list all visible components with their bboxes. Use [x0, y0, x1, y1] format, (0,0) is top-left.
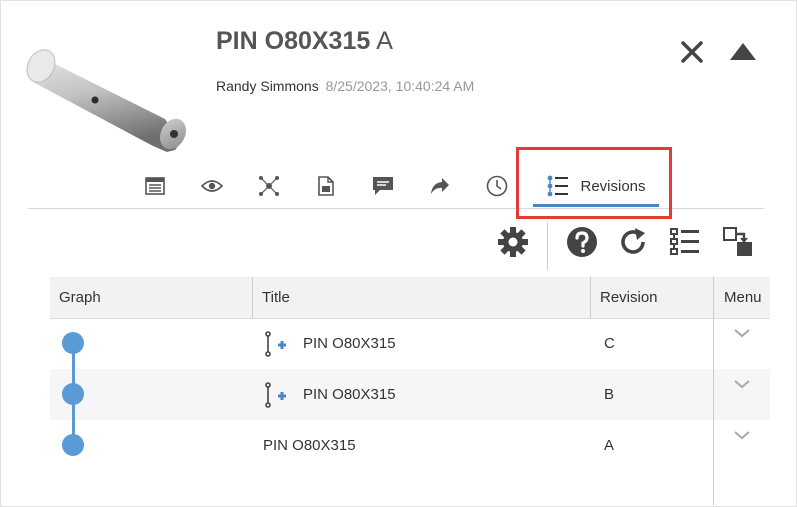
chevron-down-icon[interactable] — [730, 372, 754, 396]
collapse-button[interactable] — [728, 38, 756, 66]
settings-button[interactable] — [495, 224, 531, 260]
part-thumbnail — [26, 49, 186, 152]
page-title: PIN O80X315 A — [216, 27, 393, 56]
chevron-down-icon[interactable] — [730, 423, 754, 447]
modified-date: 8/25/2023, 10:40:24 AM — [325, 78, 475, 94]
table-icon — [145, 177, 165, 195]
table-row[interactable]: PIN O80X315 C — [50, 318, 770, 369]
part-name: PIN O80X315 — [216, 27, 371, 55]
document-icon — [318, 176, 334, 196]
column-title[interactable]: Title — [252, 277, 590, 318]
tab-comments[interactable] — [366, 168, 400, 204]
row-title: PIN O80X315 — [303, 335, 396, 352]
tab-view[interactable] — [195, 168, 229, 204]
tab-properties[interactable] — [138, 168, 172, 204]
menu-column-divider — [713, 277, 714, 505]
gear-icon — [498, 227, 528, 257]
chevron-down-icon[interactable] — [730, 321, 754, 345]
revision-node[interactable] — [62, 434, 84, 456]
revisions-table: Graph Title Revision Menu PIN O80X315 C — [50, 277, 770, 505]
close-button[interactable] — [678, 38, 706, 66]
tab-relations[interactable] — [252, 168, 286, 204]
table-row[interactable]: PIN O80X315 B — [50, 369, 770, 420]
author-name: Randy Simmons — [216, 78, 319, 94]
export-button[interactable] — [720, 224, 756, 260]
share-arrow-icon — [431, 178, 449, 194]
network-icon — [259, 176, 279, 196]
list-view-button[interactable] — [667, 224, 703, 260]
revision-node[interactable] — [62, 332, 84, 354]
part-meta: Randy Simmons 8/25/2023, 10:40:24 AM — [216, 78, 474, 94]
help-button[interactable] — [564, 224, 600, 260]
column-graph[interactable]: Graph — [50, 277, 252, 318]
part-link-icon — [265, 381, 286, 408]
column-revision[interactable]: Revision — [590, 277, 713, 318]
table-header: Graph Title Revision Menu — [50, 277, 770, 319]
title-cell: PIN O80X315 — [262, 369, 396, 420]
column-menu[interactable]: Menu — [713, 277, 770, 318]
refresh-icon — [621, 228, 645, 254]
row-revision: A — [604, 437, 615, 454]
triangle-up-icon — [730, 43, 756, 60]
list-icon — [670, 228, 699, 255]
table-row[interactable]: PIN O80X315 A — [50, 420, 770, 471]
row-revision: B — [604, 386, 615, 403]
help-icon — [567, 227, 597, 257]
part-link-icon — [265, 330, 286, 357]
title-cell: PIN O80X315 — [262, 318, 396, 369]
clock-icon — [486, 175, 508, 197]
tab-history[interactable] — [480, 168, 514, 204]
comment-icon — [373, 177, 393, 195]
toolbar-separator — [547, 222, 548, 270]
highlight-box — [516, 147, 672, 219]
tab-bar: Revisions — [0, 168, 797, 208]
refresh-button[interactable] — [615, 224, 651, 260]
tab-documents[interactable] — [309, 168, 343, 204]
export-icon — [723, 227, 752, 256]
row-title: PIN O80X315 — [303, 386, 396, 403]
tab-share[interactable] — [423, 168, 457, 204]
revision-node[interactable] — [62, 383, 84, 405]
row-title: PIN O80X315 — [263, 437, 356, 454]
close-icon — [681, 41, 703, 63]
row-revision: C — [604, 335, 615, 352]
part-revision: A — [376, 27, 393, 55]
eye-icon — [201, 180, 223, 192]
